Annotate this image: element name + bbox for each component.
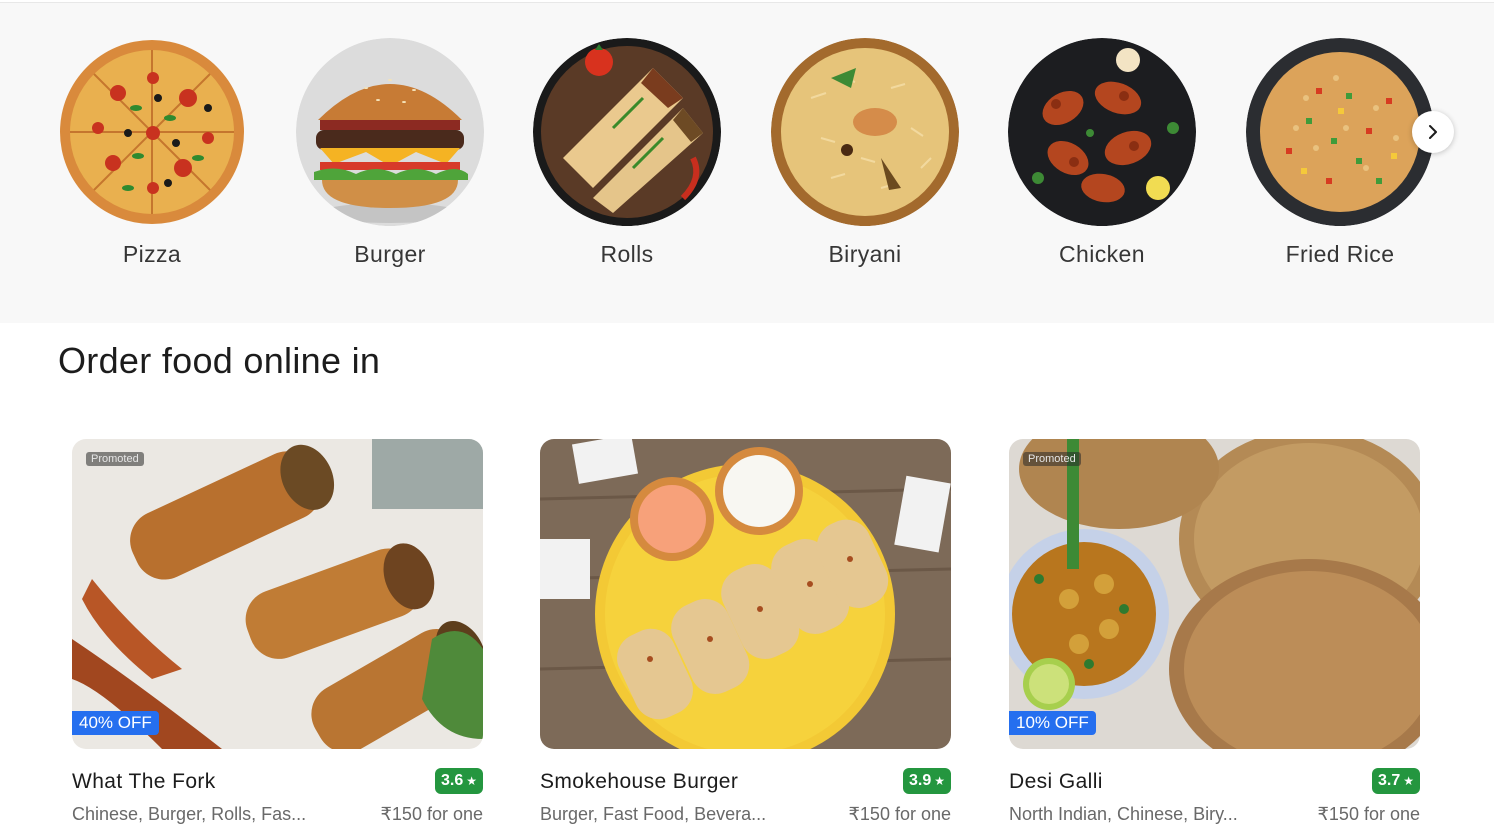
category-chicken[interactable]: Chicken (1008, 38, 1196, 268)
section-title: Order food online in (58, 340, 381, 381)
price-text: ₹150 for one (1317, 804, 1420, 824)
restaurant-card[interactable]: Promoted 10% OFF Desi Galli 3.7 ★ North I… (1009, 439, 1420, 829)
restaurant-photo (540, 439, 951, 749)
category-rolls[interactable]: Rolls (533, 38, 721, 268)
chicken-image (1008, 38, 1196, 226)
rating-value: 3.9 (908, 772, 932, 789)
offer-badge: 10% OFF (1009, 711, 1096, 735)
fried-rice-image (1246, 38, 1434, 226)
category-burger[interactable]: Burger (296, 38, 484, 268)
pizza-image (58, 38, 246, 226)
chevron-right-icon (1429, 125, 1437, 139)
category-pizza[interactable]: Pizza (58, 38, 246, 268)
restaurant-photo: Promoted 10% OFF (1009, 439, 1420, 749)
star-icon: ★ (466, 774, 477, 788)
rating-value: 3.7 (1377, 772, 1401, 789)
restaurant-name: What The Fork (72, 770, 216, 793)
rating-badge: 3.9 ★ (902, 768, 951, 794)
category-label: Burger (354, 241, 426, 267)
price-text: ₹150 for one (380, 804, 483, 824)
category-fried-rice[interactable]: Fried Rice (1246, 38, 1434, 268)
rating-value: 3.6 (440, 772, 464, 789)
cuisine-text: Chinese, Burger, Rolls, Fas... (72, 804, 307, 824)
category-label: Chicken (1059, 241, 1145, 267)
cuisine-text: Burger, Fast Food, Bevera... (540, 804, 767, 824)
category-label: Fried Rice (1285, 241, 1395, 267)
category-label: Biryani (828, 241, 902, 267)
category-label: Rolls (600, 241, 654, 267)
restaurant-photo: Promoted 40% OFF (72, 439, 483, 749)
burger-image (296, 38, 484, 226)
category-biryani[interactable]: Biryani (771, 38, 959, 268)
offer-badge: 40% OFF (72, 711, 159, 735)
restaurant-card[interactable]: Smokehouse Burger 3.9 ★ Burger, Fast Food… (540, 439, 951, 829)
promoted-tag: Promoted (86, 452, 144, 466)
rating-badge: 3.6 ★ (434, 768, 483, 794)
cuisine-text: North Indian, Chinese, Biry... (1009, 804, 1238, 824)
restaurant-name: Desi Galli (1009, 770, 1103, 793)
biryani-image (771, 38, 959, 226)
rolls-image (533, 38, 721, 226)
price-text: ₹150 for one (848, 804, 951, 824)
restaurant-card[interactable]: Promoted 40% OFF What The Fork 3.6 ★ Chin… (72, 439, 483, 829)
carousel-next-button[interactable] (1412, 111, 1454, 153)
rating-badge: 3.7 ★ (1371, 768, 1420, 794)
category-carousel: Pizza Burger Rolls Biryani Chicken Fried… (0, 3, 1494, 323)
star-icon: ★ (934, 774, 945, 788)
promoted-tag: Promoted (1023, 452, 1081, 466)
category-label: Pizza (122, 241, 182, 267)
star-icon: ★ (1403, 774, 1414, 788)
restaurant-name: Smokehouse Burger (540, 770, 739, 793)
